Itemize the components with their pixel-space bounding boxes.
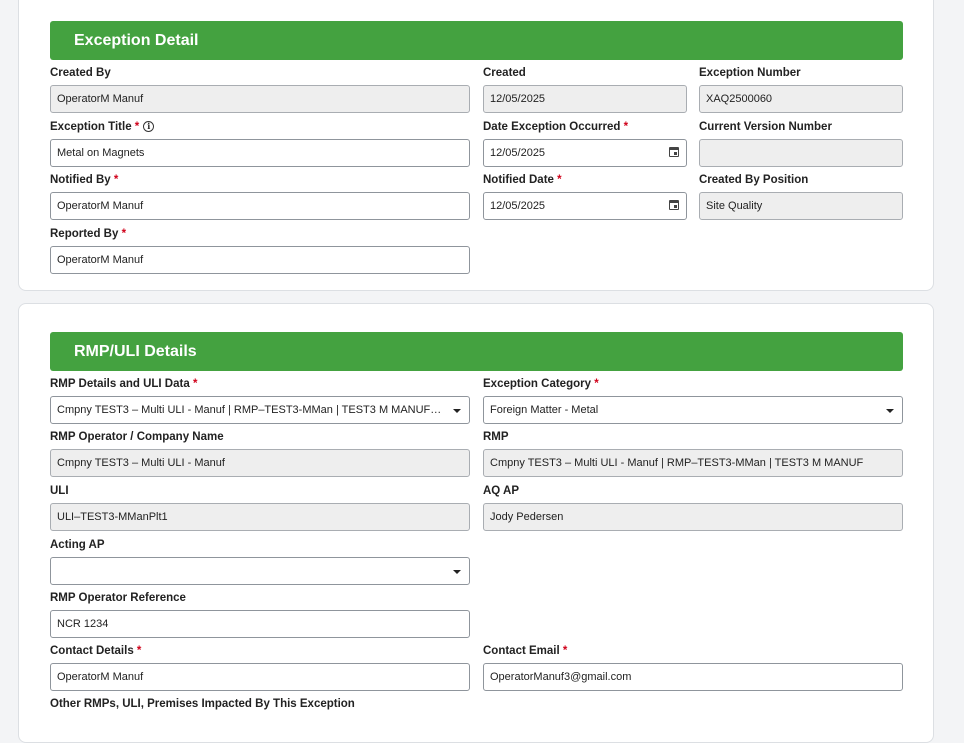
rmp-operator-reference-input[interactable]: NCR 1234 <box>50 610 470 638</box>
created-field: 12/05/2025 <box>483 85 687 113</box>
rmp-operator-reference-label: RMP Operator Reference <box>50 592 186 604</box>
chevron-down-icon[interactable] <box>886 409 894 413</box>
date-occurred-input[interactable]: 12/05/2025 <box>483 139 687 167</box>
exception-title-label: Exception Title * i <box>50 121 155 133</box>
created-by-position-field: Site Quality <box>699 192 903 220</box>
created-by-label: Created By <box>50 67 111 79</box>
notified-date-label: Notified Date * <box>483 174 562 186</box>
current-version-label: Current Version Number <box>699 121 832 133</box>
contact-email-input[interactable]: OperatorManuf3@gmail.com <box>483 663 903 691</box>
calendar-icon[interactable] <box>669 200 679 210</box>
acting-ap-label: Acting AP <box>50 539 105 551</box>
rmp-uli-header: RMP/ULI Details <box>50 332 903 371</box>
info-icon[interactable]: i <box>143 121 155 132</box>
notified-by-input[interactable]: OperatorM Manuf <box>50 192 470 220</box>
chevron-down-icon[interactable] <box>453 570 461 574</box>
created-label: Created <box>483 67 526 79</box>
current-version-field <box>699 139 903 167</box>
exception-number-label: Exception Number <box>699 67 801 79</box>
rmp-operator-field: Cmpny TEST3 – Multi ULI - Manuf <box>50 449 470 477</box>
reported-by-label: Reported By * <box>50 228 127 240</box>
notified-by-label: Notified By * <box>50 174 119 186</box>
rmp-details-label: RMP Details and ULI Data * <box>50 378 198 390</box>
created-by-position-label: Created By Position <box>699 174 809 186</box>
exception-number-field: XAQ2500060 <box>699 85 903 113</box>
rmp-label: RMP <box>483 431 509 443</box>
aq-ap-label: AQ AP <box>483 485 519 497</box>
rmp-operator-label: RMP Operator / Company Name <box>50 431 224 443</box>
rmp-details-select[interactable]: Cmpny TEST3 – Multi ULI - Manuf | RMP–TE… <box>50 396 470 424</box>
uli-label: ULI <box>50 485 69 497</box>
other-rmps-label: Other RMPs, ULI, Premises Impacted By Th… <box>50 698 355 710</box>
exception-detail-header: Exception Detail <box>50 21 903 60</box>
exception-category-select[interactable]: Foreign Matter - Metal <box>483 396 903 424</box>
exception-category-label: Exception Category * <box>483 378 599 390</box>
calendar-icon[interactable] <box>669 147 679 157</box>
created-by-field: OperatorM Manuf <box>50 85 470 113</box>
contact-email-label: Contact Email * <box>483 645 568 657</box>
reported-by-input[interactable]: OperatorM Manuf <box>50 246 470 274</box>
contact-details-label: Contact Details * <box>50 645 142 657</box>
aq-ap-field: Jody Pedersen <box>483 503 903 531</box>
uli-field: ULI–TEST3-MManPlt1 <box>50 503 470 531</box>
rmp-field: Cmpny TEST3 – Multi ULI - Manuf | RMP–TE… <box>483 449 903 477</box>
notified-date-input[interactable]: 12/05/2025 <box>483 192 687 220</box>
chevron-down-icon[interactable] <box>453 409 461 413</box>
date-occurred-label: Date Exception Occurred * <box>483 121 629 133</box>
contact-details-input[interactable]: OperatorM Manuf <box>50 663 470 691</box>
acting-ap-select[interactable] <box>50 557 470 585</box>
exception-title-input[interactable]: Metal on Magnets <box>50 139 470 167</box>
